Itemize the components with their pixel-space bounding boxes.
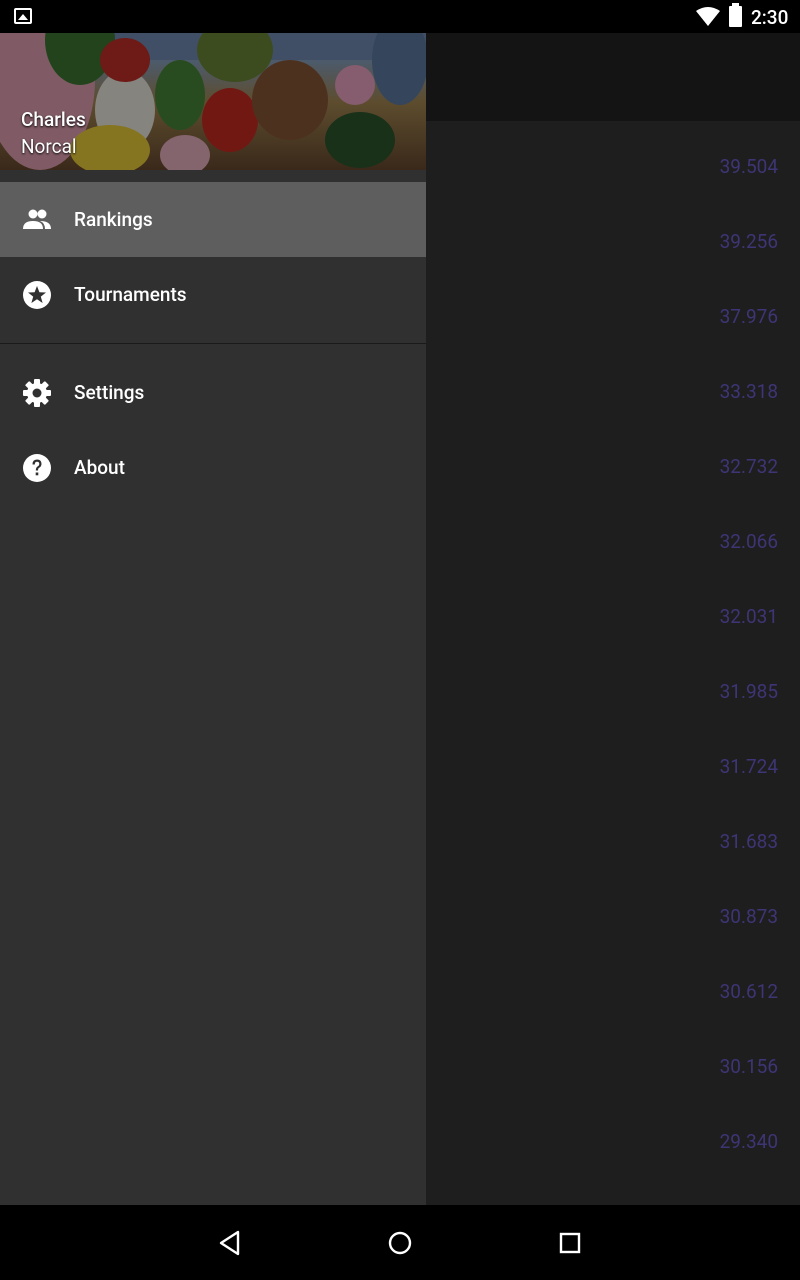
- status-clock: 2:30: [751, 6, 789, 29]
- drawer-divider: [0, 343, 426, 344]
- user-name: Charles: [21, 108, 86, 131]
- player-rating: 32.066: [719, 530, 778, 553]
- drawer-item-about[interactable]: About: [0, 430, 426, 505]
- system-nav-bar: [0, 1205, 800, 1280]
- navigation-drawer: Charles Norcal Rankings Tournaments Sett…: [0, 0, 426, 1205]
- recents-icon[interactable]: [556, 1229, 584, 1257]
- player-rating: 31.724: [719, 755, 778, 778]
- player-rating: 39.504: [719, 155, 778, 178]
- player-rating: 32.031: [719, 605, 778, 628]
- drawer-item-rankings[interactable]: Rankings: [0, 182, 426, 257]
- people-icon: [23, 209, 51, 229]
- player-rating: 30.156: [719, 1055, 778, 1078]
- home-icon[interactable]: [386, 1229, 414, 1257]
- back-icon[interactable]: [216, 1229, 244, 1257]
- player-rating: 31.985: [719, 680, 778, 703]
- drawer-item-tournaments[interactable]: Tournaments: [0, 257, 426, 332]
- image-notification-icon: [14, 8, 32, 24]
- player-rating: 31.683: [719, 830, 778, 853]
- player-rating: 30.612: [719, 980, 778, 1003]
- battery-icon: [729, 3, 742, 27]
- star-circle-icon: [23, 281, 51, 309]
- help-circle-icon: [23, 454, 51, 482]
- drawer-item-label: Rankings: [74, 208, 153, 231]
- status-bar: 2:30: [0, 0, 800, 33]
- player-rating: 29.340: [719, 1130, 778, 1153]
- player-rating: 39.256: [719, 230, 778, 253]
- player-rating: 37.976: [719, 305, 778, 328]
- drawer-item-settings[interactable]: Settings: [0, 355, 426, 430]
- drawer-item-label: Tournaments: [74, 283, 187, 306]
- gear-icon: [23, 379, 51, 407]
- drawer-item-label: Settings: [74, 381, 145, 404]
- wifi-icon: [696, 7, 720, 26]
- player-rating: 32.732: [719, 455, 778, 478]
- player-rating: 33.318: [719, 380, 778, 403]
- user-region: Norcal: [21, 135, 77, 158]
- player-rating: 30.873: [719, 905, 778, 928]
- drawer-item-label: About: [74, 456, 125, 479]
